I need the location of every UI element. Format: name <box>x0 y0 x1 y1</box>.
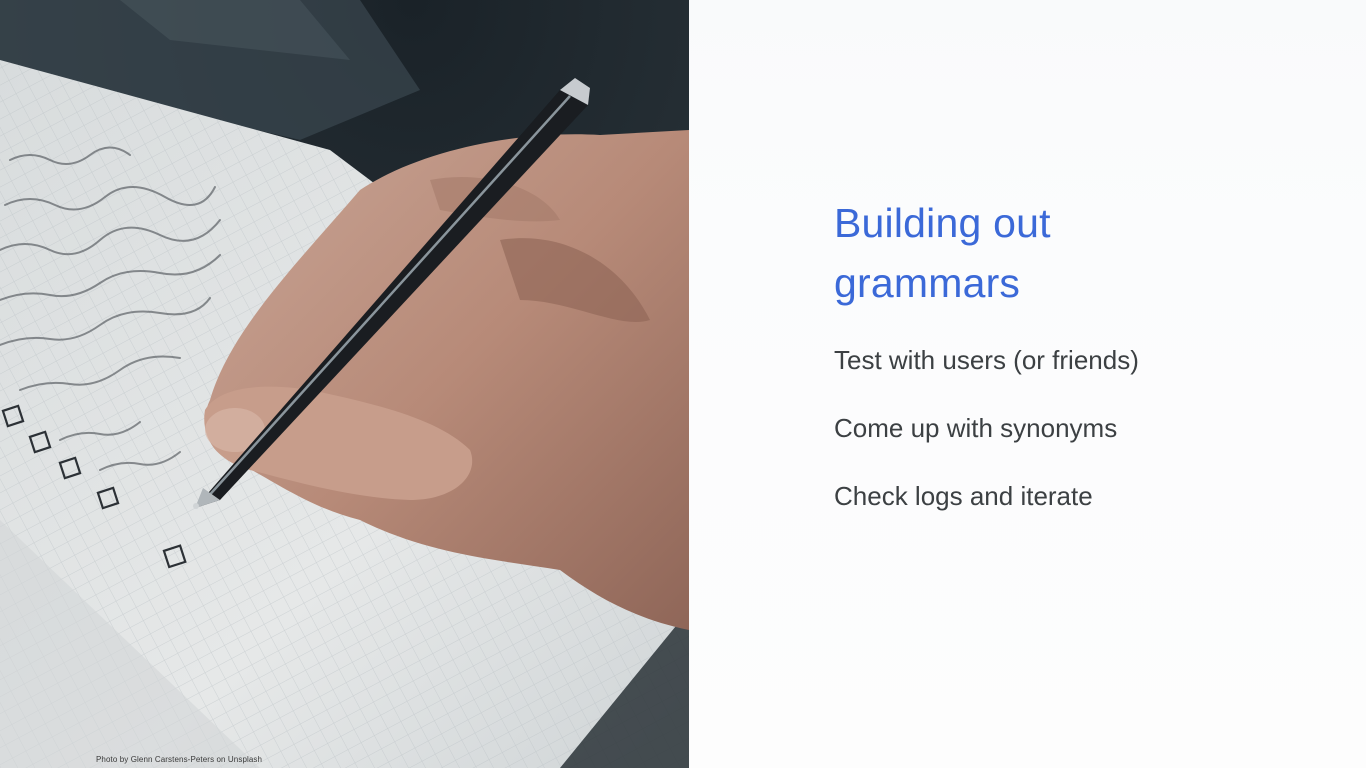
bullet-item: Check logs and iterate <box>834 481 1093 511</box>
content-panel: Building out grammars Test with users (o… <box>689 0 1366 768</box>
bullet-item: Come up with synonyms <box>834 413 1118 443</box>
slide-title: Building out grammars <box>834 193 1254 313</box>
hand-writing-checklist-image <box>0 0 689 768</box>
title-line-2: grammars <box>834 260 1021 306</box>
photo-credit: Photo by Glenn Carstens-Peters on Unspla… <box>96 755 263 764</box>
title-line-1: Building out <box>834 200 1051 246</box>
notebook-photo: Photo by Glenn Carstens-Peters on Unspla… <box>0 0 689 768</box>
bullet-list: Test with users (or friends) Come up wit… <box>834 343 1139 547</box>
presentation-slide: Photo by Glenn Carstens-Peters on Unspla… <box>0 0 1366 768</box>
bullet-item: Test with users (or friends) <box>834 345 1139 375</box>
